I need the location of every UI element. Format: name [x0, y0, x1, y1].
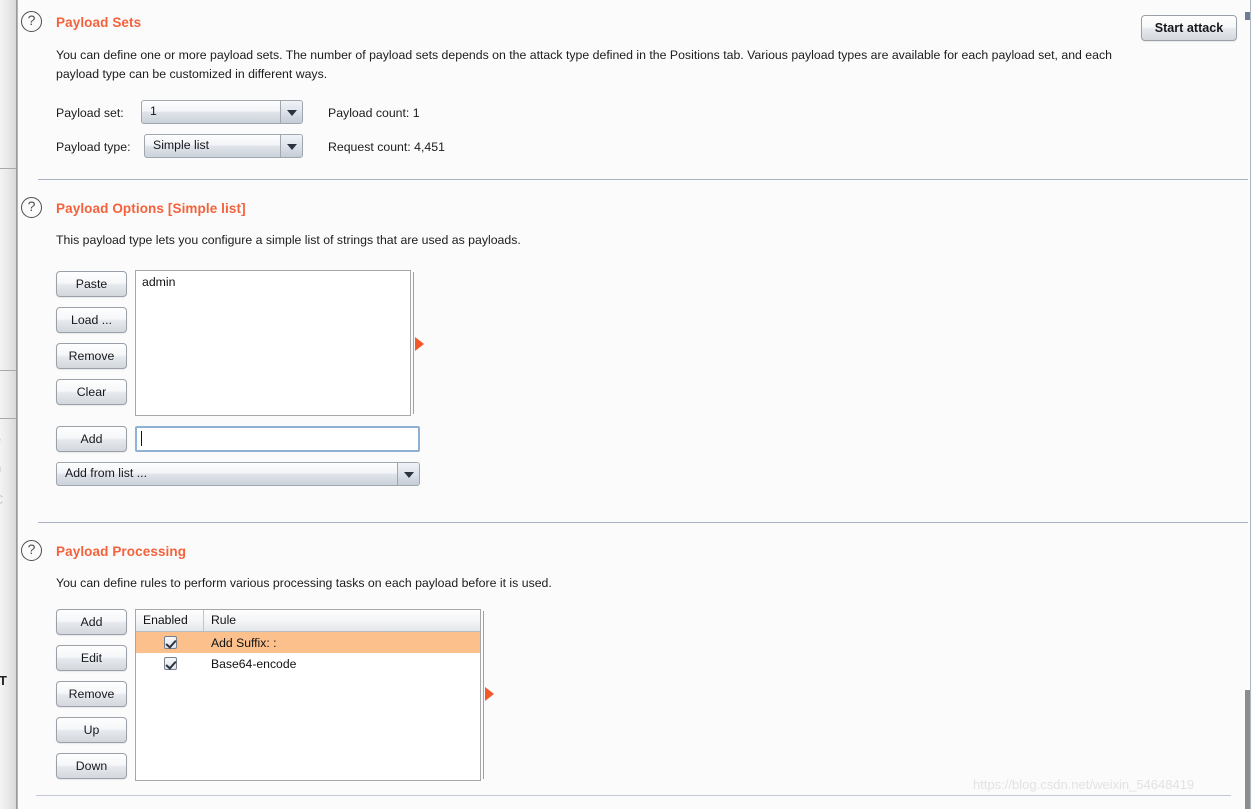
chevron-down-icon[interactable]	[280, 101, 302, 123]
rule-name-cell: Base64-encode	[211, 656, 297, 671]
section-title-payload-options: Payload Options [Simple list]	[56, 201, 246, 216]
tab-strip-divider-3	[0, 418, 16, 419]
rule-enabled-cell[interactable]	[136, 657, 204, 670]
section-divider-1	[38, 179, 1248, 180]
burp-intruder-payloads-window: e 0 C T ? Payload Sets You can define on…	[0, 0, 1252, 809]
add-from-list-value: Add from list ...	[65, 466, 148, 480]
table-row[interactable]: Base64-encode	[136, 653, 480, 674]
payload-type-dropdown[interactable]: Simple list	[144, 134, 303, 158]
checkbox-checked-icon[interactable]	[163, 636, 177, 649]
payload-set-label: Payload set:	[56, 106, 124, 120]
edit-rule-button[interactable]: Edit	[56, 645, 127, 671]
column-header-rule[interactable]: Rule	[204, 610, 480, 631]
move-down-button[interactable]: Down	[56, 753, 127, 779]
vertical-scrollbar-thumb[interactable]	[1245, 690, 1250, 809]
add-payload-button[interactable]: Add	[56, 426, 127, 452]
remove-rule-button[interactable]: Remove	[56, 681, 127, 707]
remove-button[interactable]: Remove	[56, 343, 127, 369]
payloads-panel: ? Payload Sets You can define one or mor…	[17, 0, 1251, 809]
rule-name-cell: Add Suffix: :	[211, 635, 277, 650]
chevron-down-icon[interactable]	[280, 135, 302, 157]
help-icon[interactable]: ?	[21, 540, 42, 561]
section-description-payload-sets: You can define one or more payload sets.…	[56, 48, 1112, 81]
section-description-payload-options: This payload type lets you configure a s…	[56, 233, 521, 247]
checkbox-checked-icon[interactable]	[163, 657, 177, 670]
table-row[interactable]: Add Suffix: :	[136, 632, 480, 653]
clear-button[interactable]: Clear	[56, 379, 127, 405]
column-header-enabled[interactable]: Enabled	[136, 610, 204, 631]
paste-button[interactable]: Paste	[56, 271, 127, 297]
chevron-down-icon[interactable]	[397, 463, 419, 485]
add-payload-input[interactable]	[135, 426, 420, 452]
payload-count-text: Payload count: 1	[328, 106, 420, 120]
tab-strip-divider-1	[0, 168, 16, 169]
start-attack-button[interactable]: Start attack	[1141, 15, 1237, 41]
payload-list-item: admin	[142, 275, 176, 289]
payload-list-textarea[interactable]: admin	[135, 270, 411, 416]
text-caret	[141, 431, 142, 446]
tab-strip-ghost-glyph-1: e	[0, 432, 1, 447]
scroll-track-mark	[1245, 12, 1250, 20]
section-title-payload-sets: Payload Sets	[56, 15, 142, 30]
table-header-row: Enabled Rule	[136, 610, 480, 632]
rule-enabled-cell[interactable]	[136, 636, 204, 649]
payload-type-label: Payload type:	[56, 140, 131, 154]
payload-type-value: Simple list	[153, 138, 210, 152]
watermark-text: https://blog.csdn.net/weixin_54648419	[973, 777, 1195, 792]
help-icon[interactable]: ?	[21, 11, 42, 32]
left-tab-strip[interactable]: e 0 C T	[0, 0, 17, 809]
expand-marker-icon[interactable]	[415, 337, 424, 351]
help-icon[interactable]: ?	[21, 197, 42, 218]
tab-strip-divider-2	[0, 370, 16, 371]
section-description-payload-processing: You can define rules to perform various …	[56, 576, 552, 590]
load-button[interactable]: Load ...	[56, 307, 127, 333]
add-rule-button[interactable]: Add	[56, 609, 127, 635]
panel-resize-rail	[413, 272, 414, 414]
request-count-text: Request count: 4,451	[328, 140, 445, 154]
expand-marker-icon[interactable]	[485, 687, 494, 701]
section-title-payload-processing: Payload Processing	[56, 544, 187, 559]
move-up-button[interactable]: Up	[56, 717, 127, 743]
section-divider-2	[38, 522, 1248, 523]
panel-resize-rail	[483, 611, 484, 779]
payload-processing-rules-table[interactable]: Enabled Rule Add Suffix: : Base64-encode	[135, 609, 481, 781]
payload-set-dropdown[interactable]: 1	[141, 100, 303, 124]
tab-strip-ghost-glyph-4: T	[0, 673, 7, 688]
tab-strip-ghost-glyph-2: 0	[0, 462, 1, 477]
payload-set-value: 1	[150, 104, 157, 118]
add-from-list-dropdown[interactable]: Add from list ...	[56, 462, 420, 486]
tab-strip-ghost-glyph-3: C	[0, 492, 3, 507]
bottom-divider	[36, 795, 1231, 796]
